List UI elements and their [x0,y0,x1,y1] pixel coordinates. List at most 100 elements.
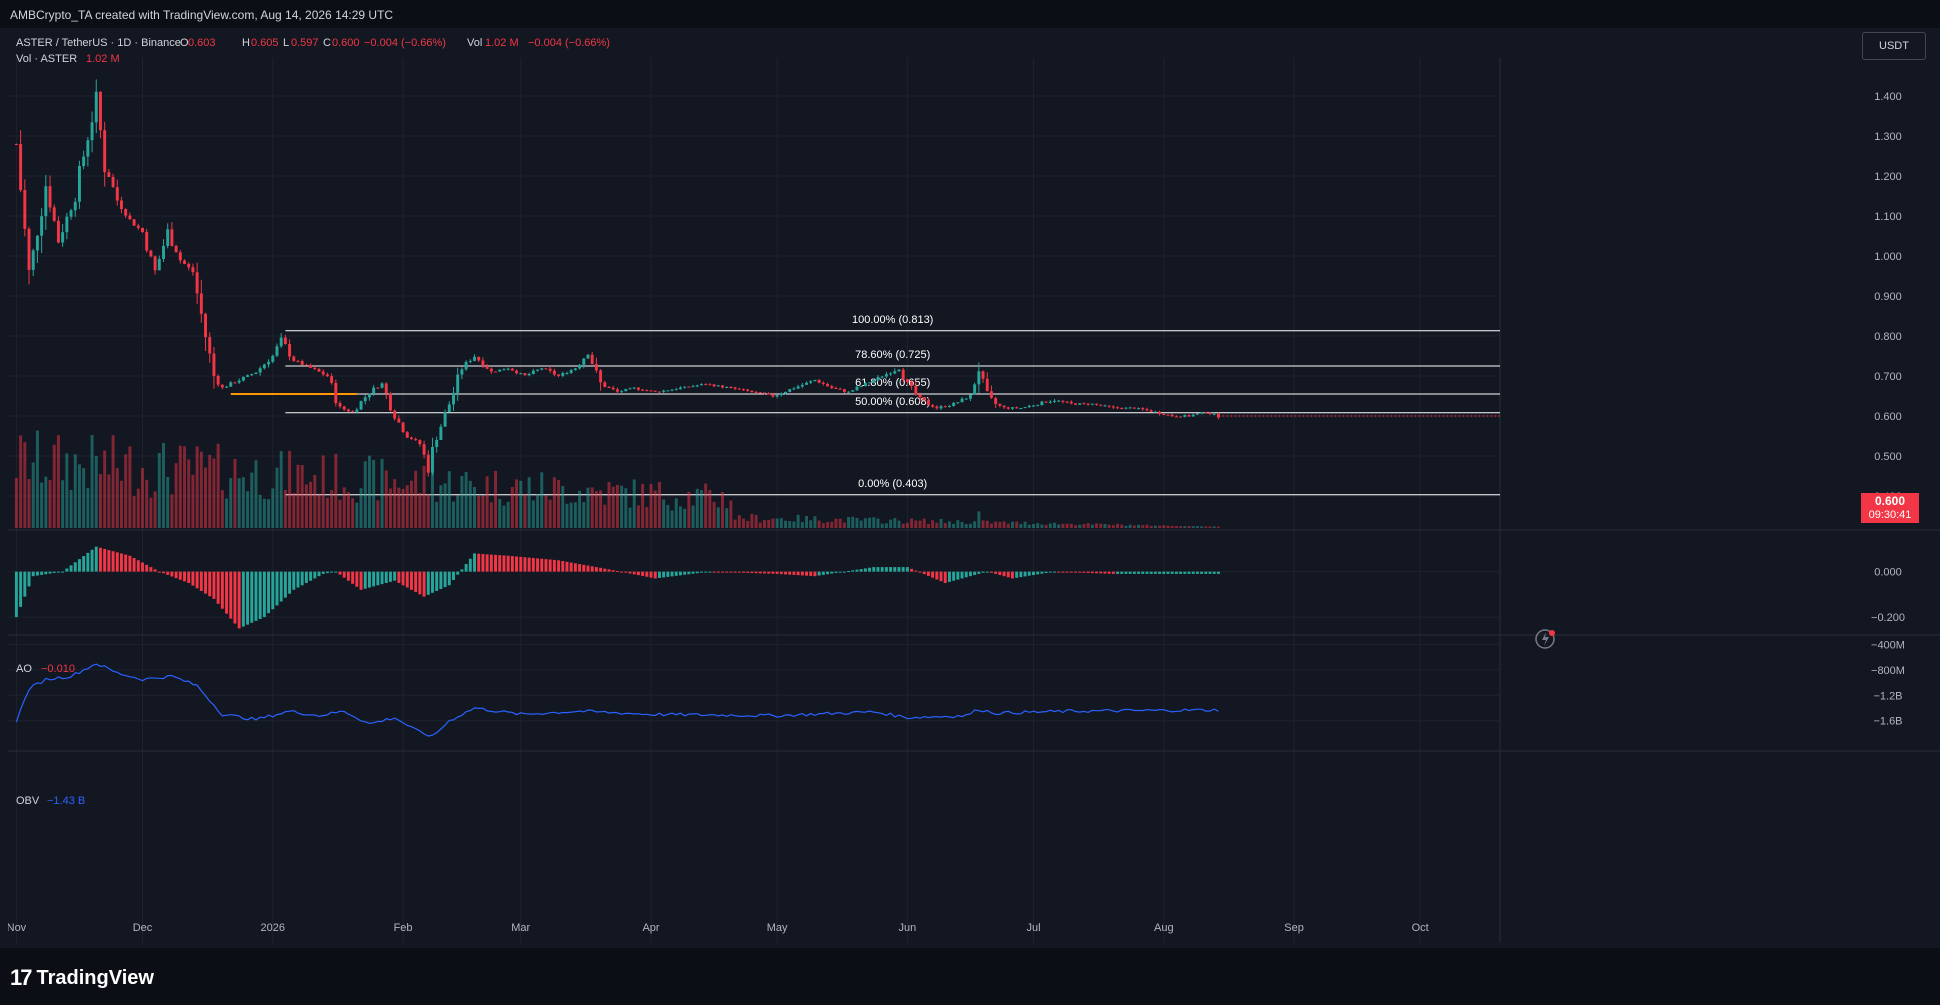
volume-bar [380,458,384,528]
volume-bar [939,518,943,528]
volume-bar [1006,523,1010,528]
candle-body [330,376,334,383]
ao-bar [317,571,321,577]
ao-bar [166,571,170,575]
ao-bar [1090,571,1094,574]
ao-bar [1053,571,1056,573]
volume-bar [141,468,144,528]
volume-bar [258,494,262,528]
volume-bar [262,498,266,528]
ao-bar [527,557,531,572]
ao-bar [922,571,926,575]
candle-body [662,390,666,392]
ao-bar [1200,571,1204,574]
ao-bar [632,571,636,575]
ao-bar [561,561,565,572]
candle-body [107,172,111,178]
ao-bar [120,553,123,572]
candle-body [481,360,485,367]
volume-bar [922,518,926,528]
candle-body [872,380,876,383]
candle-body [120,200,123,209]
candle-body [838,388,842,390]
ao-bar [300,571,304,586]
ao-bar [107,550,111,572]
legend-low: 0.597 [291,37,319,49]
volume-bar [678,506,682,528]
volume-bar [1195,526,1199,528]
legend-h-label: H [242,37,250,49]
price-chart-svg[interactable]: 100.00% (0.813)78.60% (0.725)61.80% (0.6… [7,28,1940,948]
ao-bar [645,571,649,577]
currency-button[interactable]: USDT [1862,32,1926,60]
ao-bar [1002,571,1006,577]
chart-area[interactable]: 100.00% (0.813) 78.60% (0.725) 61.80% (0.6… [7,28,1940,948]
volume-bar [569,502,573,528]
ao-bar [750,571,754,574]
candle-body [544,368,548,370]
fib-level-label: 78.60% (0.725) [855,349,930,361]
candle-body [1200,412,1204,414]
candle-body [292,356,296,361]
ao-bar [103,548,107,572]
volume-bar [935,522,939,528]
volume-bar [548,499,552,528]
ao-bar [889,567,893,572]
candle-body [183,260,186,264]
ao-bar [338,571,342,575]
volume-bar [1103,524,1107,528]
fibonacci-retracement[interactable]: 100.00% (0.813)78.60% (0.725)61.80% (0.6… [230,314,1500,496]
ao-bar [607,569,611,572]
volume-bar [620,485,624,528]
volume-bar [977,511,981,528]
ao-bar [880,567,884,572]
ao-bar [905,567,909,572]
ao-bar [1141,571,1145,574]
volume-bar [115,467,119,528]
ao-bar [502,555,506,572]
ao-y-tick-label: 0.000 [1874,567,1902,579]
ao-bar [540,558,544,572]
candle-body [1006,407,1010,409]
volume-bar [834,518,838,528]
volume-bar [884,523,888,528]
ao-bar [1078,571,1082,573]
candle-body [561,373,565,376]
volume-bar [872,517,876,528]
candle-body [956,402,960,404]
candle-body [989,391,993,398]
ao-bar [1074,571,1077,573]
candle-body [153,256,157,271]
candle-body [1082,403,1086,405]
volume-bar [594,491,598,528]
volume-bar [1053,522,1056,528]
x-tick-label: Mar [511,922,530,934]
candle-body [468,360,472,362]
ao-bar [1153,571,1157,574]
ao-bar [1111,571,1115,574]
ao-bar [805,571,809,576]
ao-bar [552,559,556,572]
ao-bar [683,571,687,575]
ao-bar [98,547,102,572]
candle-body [124,208,128,216]
candle-body [973,384,977,395]
candle-body [531,370,535,374]
ao-bar [498,555,502,572]
volume-bar [1158,525,1162,528]
candle-body [1078,403,1082,405]
ao-bar [1086,571,1090,573]
ao-bar [157,571,161,573]
volume-bar [805,515,809,528]
tradingview-logo[interactable]: 17 TradingView [10,965,154,991]
volume-bar [267,499,271,528]
ao-bar [838,571,842,573]
candle-body [746,389,750,391]
volume-bar [14,477,18,528]
ao-bar [1044,571,1048,573]
candle-body [1174,416,1178,418]
lightning-alert-icon[interactable] [1535,629,1555,649]
ao-bar [863,568,867,572]
candle-body [1124,407,1128,409]
ao-bar [372,571,376,587]
